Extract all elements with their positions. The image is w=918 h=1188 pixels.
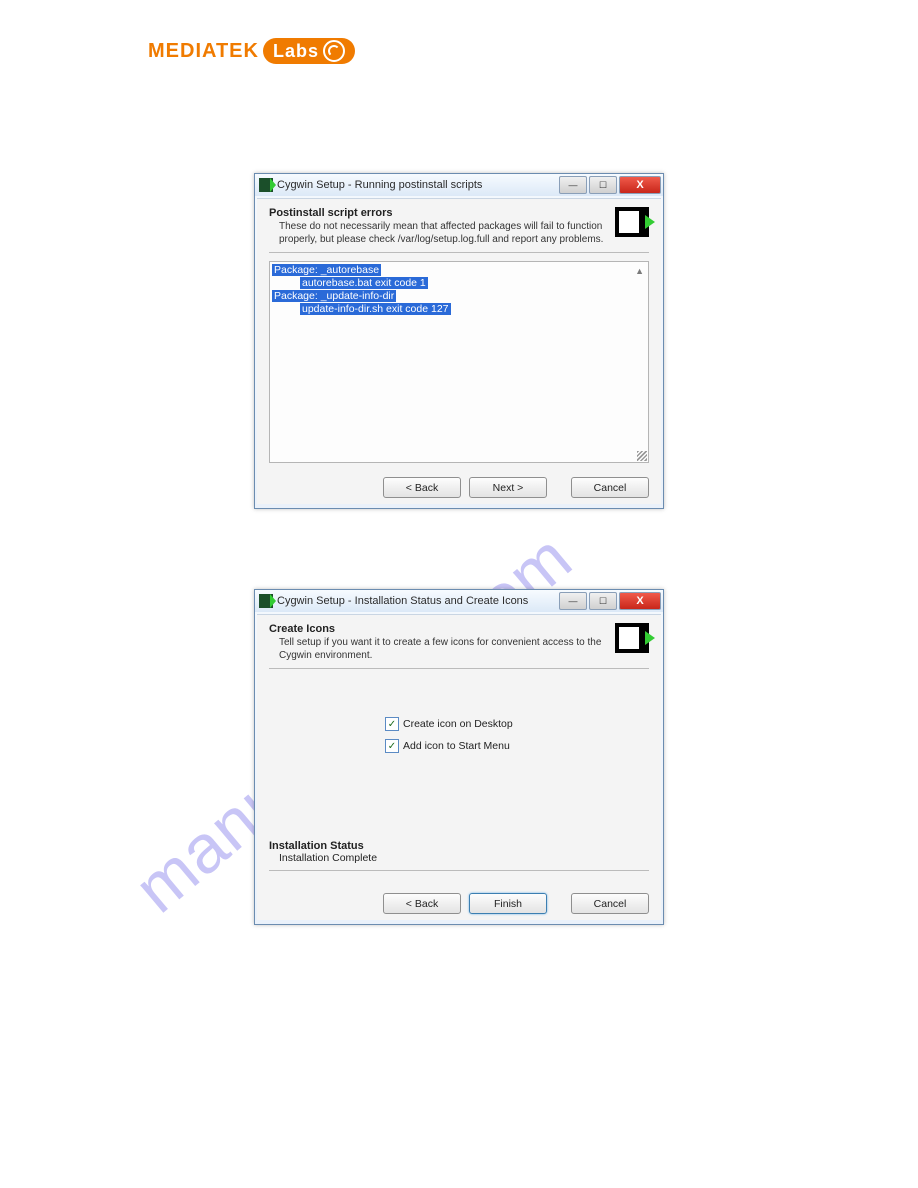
next-button[interactable]: Next >: [469, 477, 547, 498]
install-status: Installation Status Installation Complet…: [269, 840, 649, 864]
options-area: ✓ Create icon on Desktop ✓ Add icon to S…: [269, 677, 649, 840]
status-title: Installation Status: [269, 840, 649, 852]
cygwin-app-icon: [259, 178, 273, 192]
back-button[interactable]: < Back: [383, 477, 461, 498]
logo-labs-badge: Labs: [263, 38, 355, 64]
window-title: Cygwin Setup - Installation Status and C…: [277, 595, 528, 607]
spacer: [555, 893, 563, 914]
maximize-button[interactable]: ☐: [589, 176, 617, 194]
resize-grip-icon[interactable]: [637, 451, 647, 461]
minimize-button[interactable]: —: [559, 176, 587, 194]
divider: [269, 252, 649, 253]
maximize-button[interactable]: ☐: [589, 592, 617, 610]
logo-labs-text: Labs: [273, 41, 319, 62]
wizard-buttons: < Back Next > Cancel: [269, 473, 649, 498]
log-line: Package: _update-info-dir: [272, 290, 396, 302]
log-line: Package: _autorebase: [272, 264, 381, 276]
mediatek-labs-logo: MEDIATEK Labs: [148, 38, 355, 64]
cancel-button[interactable]: Cancel: [571, 477, 649, 498]
titlebar[interactable]: Cygwin Setup - Installation Status and C…: [255, 590, 663, 612]
startmenu-icon-checkbox[interactable]: ✓: [385, 739, 399, 753]
window-body: Create Icons Tell setup if you want it t…: [257, 614, 661, 920]
labs-spiral-icon: [323, 40, 345, 62]
header-desc: Tell setup if you want it to create a fe…: [269, 637, 609, 662]
scroll-up-icon: ▲: [635, 266, 644, 276]
log-line: update-info-dir.sh exit code 127: [300, 303, 451, 315]
error-log-textarea[interactable]: ▲ Package: _autorebase autorebase.bat ex…: [269, 261, 649, 463]
logo-brand: MEDIATEK: [148, 40, 259, 63]
cancel-button[interactable]: Cancel: [571, 893, 649, 914]
option-row: ✓ Add icon to Start Menu: [269, 739, 649, 753]
cygwin-app-icon: [259, 594, 273, 608]
window-body: Postinstall script errors These do not n…: [257, 198, 661, 504]
header-text: Create Icons Tell setup if you want it t…: [269, 623, 609, 662]
divider: [269, 668, 649, 669]
close-button[interactable]: X: [619, 592, 661, 610]
spacer: [555, 477, 563, 498]
header-row: Create Icons Tell setup if you want it t…: [269, 623, 649, 662]
back-button[interactable]: < Back: [383, 893, 461, 914]
cygwin-postinstall-window: Cygwin Setup - Running postinstall scrip…: [254, 173, 664, 509]
header-title: Postinstall script errors: [269, 207, 609, 219]
close-button[interactable]: X: [619, 176, 661, 194]
wizard-buttons: < Back Finish Cancel: [269, 889, 649, 914]
option-row: ✓ Create icon on Desktop: [269, 717, 649, 731]
minimize-button[interactable]: —: [559, 592, 587, 610]
cygwin-wizard-icon: [615, 207, 649, 237]
window-controls: — ☐ X: [559, 176, 661, 194]
cygwin-wizard-icon: [615, 623, 649, 653]
cygwin-create-icons-window: Cygwin Setup - Installation Status and C…: [254, 589, 664, 925]
desktop-icon-label: Create icon on Desktop: [403, 718, 533, 730]
log-line: autorebase.bat exit code 1: [300, 277, 428, 289]
status-text: Installation Complete: [269, 852, 649, 864]
header-desc: These do not necessarily mean that affec…: [269, 221, 609, 246]
header-text: Postinstall script errors These do not n…: [269, 207, 609, 246]
window-title: Cygwin Setup - Running postinstall scrip…: [277, 179, 482, 191]
titlebar[interactable]: Cygwin Setup - Running postinstall scrip…: [255, 174, 663, 196]
desktop-icon-checkbox[interactable]: ✓: [385, 717, 399, 731]
startmenu-icon-label: Add icon to Start Menu: [403, 740, 533, 752]
window-controls: — ☐ X: [559, 592, 661, 610]
header-row: Postinstall script errors These do not n…: [269, 207, 649, 246]
log-lines: Package: _autorebase autorebase.bat exit…: [270, 262, 648, 318]
header-title: Create Icons: [269, 623, 609, 635]
finish-button[interactable]: Finish: [469, 893, 547, 914]
divider: [269, 870, 649, 871]
